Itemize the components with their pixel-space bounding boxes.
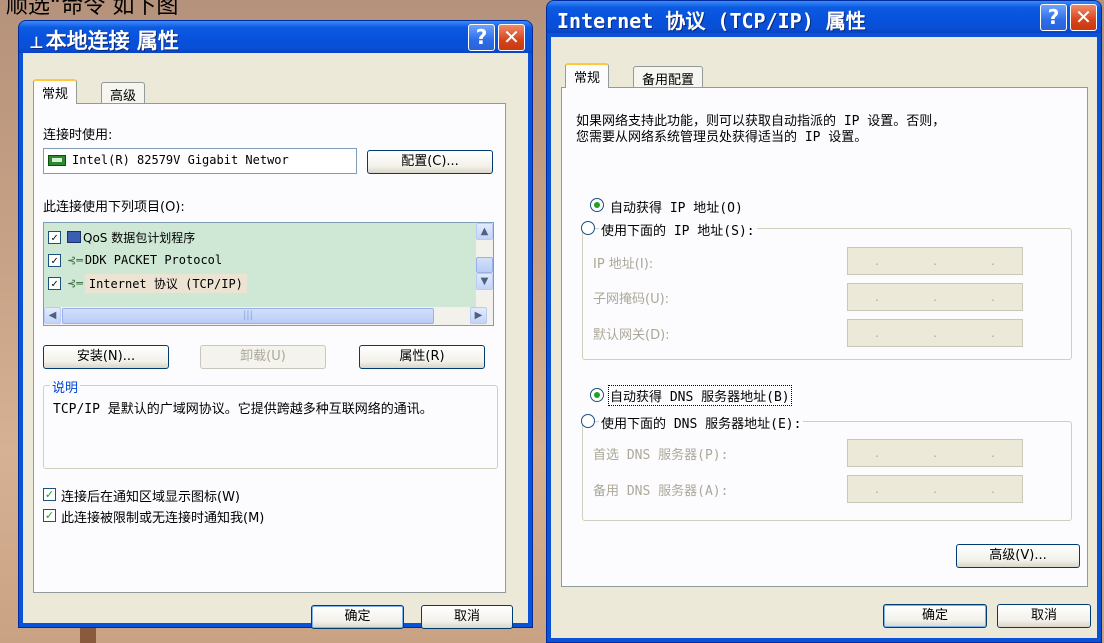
uninstall-button[interactable]: 卸载(U) [200, 345, 326, 369]
list-item[interactable]: ✓ ⊰═ DDK PACKET Protocol [48, 249, 222, 271]
ip-dot: . [933, 482, 937, 496]
list-item[interactable]: ✓ ⊰═ Internet 协议 (TCP/IP) [48, 272, 247, 294]
notify-label: 此连接被限制或无连接时通知我(M) [61, 511, 265, 526]
ip-dot: . [991, 446, 995, 460]
ip-dot: . [875, 254, 879, 268]
titlebar[interactable]: ⊥本地连接 属性 ? ✕ [19, 21, 532, 53]
ip-dot: . [875, 446, 879, 460]
network-adapter-icon [48, 155, 66, 166]
preferred-dns-label: 首选 DNS 服务器(P): [593, 448, 729, 463]
local-connection-properties-window: ⊥本地连接 属性 ? ✕ 常规 高级 连接时使用: Intel(R) 82579… [18, 20, 533, 629]
help-button[interactable]: ? [468, 24, 495, 51]
show-icon-label: 连接后在通知区域显示图标(W) [61, 490, 240, 505]
scroll-down-button[interactable]: ▼ [476, 273, 493, 290]
list-item[interactable]: ✓ QoS 数据包计划程序 [48, 226, 195, 248]
item-label: QoS 数据包计划程序 [83, 230, 196, 245]
dialog-client: 常规 备用配置 如果网络支持此功能，则可以获取自动指派的 IP 设置。否则， 您… [551, 37, 1097, 638]
gateway-field[interactable]: ... [847, 319, 1023, 347]
window-title-text: 本地连接 属性 [45, 29, 179, 53]
titlebar[interactable]: Internet 协议 (TCP/IP) 属性 ? ✕ [547, 1, 1101, 33]
qos-icon [67, 231, 81, 243]
manual-dns-radio[interactable] [581, 414, 595, 428]
auto-ip-label: 自动获得 IP 地址(O) [610, 201, 743, 216]
ip-dot: . [933, 446, 937, 460]
alternate-dns-label: 备用 DNS 服务器(A): [593, 484, 729, 499]
ip-dot: . [875, 326, 879, 340]
item-label: DDK PACKET Protocol [84, 253, 223, 267]
preferred-dns-field[interactable]: ... [847, 439, 1023, 467]
ip-dot: . [933, 254, 937, 268]
horizontal-scrollbar[interactable]: ◀ ||| ▶ [44, 307, 493, 325]
scroll-right-button[interactable]: ▶ [470, 307, 487, 324]
ip-address-field[interactable]: ... [847, 247, 1023, 275]
window-title: ⊥本地连接 属性 [29, 25, 179, 55]
protocol-icon: ⊰═ [67, 253, 83, 267]
network-icon: ⊥ [29, 33, 44, 52]
adapter-field: Intel(R) 82579V Gigabit Networ [43, 148, 357, 174]
manual-dns-group: 使用下面的 DNS 服务器地址(E): 首选 DNS 服务器(P): ... 备… [581, 413, 1072, 521]
tcpip-properties-window: Internet 协议 (TCP/IP) 属性 ? ✕ 常规 备用配置 如果网络… [546, 0, 1102, 643]
cancel-button[interactable]: 取消 [997, 604, 1091, 628]
scroll-up-button[interactable]: ▲ [476, 223, 493, 240]
item-checkbox[interactable]: ✓ [48, 253, 61, 267]
description-group: 说明 TCP/IP 是默认的广域网协议。它提供跨越多种互联网络的通讯。 [43, 377, 498, 469]
show-icon-checkbox[interactable]: ✓ [43, 488, 56, 501]
tab-panel-general: 连接时使用: Intel(R) 82579V Gigabit Networ 配置… [33, 103, 506, 593]
close-button[interactable]: ✕ [1070, 4, 1097, 31]
alternate-dns-field[interactable]: ... [847, 475, 1023, 503]
dialog-client: 常规 高级 连接时使用: Intel(R) 82579V Gigabit Net… [23, 53, 528, 629]
horizontal-scroll-thumb[interactable]: ||| [62, 308, 434, 324]
gateway-label: 默认网关(D): [593, 328, 670, 343]
ip-dot: . [875, 290, 879, 304]
vertical-scrollbar[interactable]: ▲ ▼ [476, 223, 493, 307]
manual-ip-label: 使用下面的 IP 地址(S): [599, 220, 757, 239]
description-text: TCP/IP 是默认的广域网协议。它提供跨越多种互联网络的通讯。 [53, 402, 433, 417]
item-checkbox[interactable]: ✓ [48, 276, 61, 290]
advanced-button[interactable]: 高级(V)... [956, 544, 1080, 568]
install-button[interactable]: 安装(N)... [43, 345, 169, 369]
page-caption: 顺选“命令 如下图 [6, 0, 179, 19]
manual-ip-radio[interactable] [581, 221, 595, 235]
ip-address-label: IP 地址(I): [593, 257, 654, 272]
ok-button[interactable]: 确定 [883, 604, 987, 628]
components-list[interactable]: ✓ QoS 数据包计划程序 ✓ ⊰═ DDK PACKET Protocol ✓… [43, 222, 494, 326]
tab-alternate-config[interactable]: 备用配置 [633, 66, 704, 88]
auto-dns-radio[interactable] [590, 388, 604, 402]
subnet-label: 子网掩码(U): [593, 292, 670, 307]
manual-ip-group: 使用下面的 IP 地址(S): IP 地址(I): ... 子网掩码(U): .… [581, 220, 1072, 360]
auto-ip-radio[interactable] [590, 198, 604, 212]
ip-dot: . [991, 482, 995, 496]
close-button[interactable]: ✕ [498, 24, 525, 51]
properties-button[interactable]: 属性(R) [359, 345, 485, 369]
notify-checkbox[interactable]: ✓ [43, 509, 56, 522]
subnet-field[interactable]: ... [847, 283, 1023, 311]
help-button[interactable]: ? [1040, 4, 1067, 31]
scroll-left-button[interactable]: ◀ [44, 307, 61, 324]
configure-button[interactable]: 配置(C)... [367, 150, 493, 174]
tab-panel-general: 如果网络支持此功能，则可以获取自动指派的 IP 设置。否则， 您需要从网络系统管… [561, 87, 1088, 587]
ip-dot: . [875, 482, 879, 496]
tab-advanced[interactable]: 高级 [101, 82, 146, 104]
connect-using-label: 连接时使用: [43, 128, 113, 143]
intro-text-line2: 您需要从网络系统管理员处获得适当的 IP 设置。 [576, 130, 868, 145]
adapter-name: Intel(R) 82579V Gigabit Networ [72, 153, 289, 167]
manual-dns-label: 使用下面的 DNS 服务器地址(E): [599, 413, 804, 432]
ip-dot: . [991, 254, 995, 268]
cancel-button[interactable]: 取消 [421, 605, 513, 629]
ip-dot: . [933, 326, 937, 340]
window-title: Internet 协议 (TCP/IP) 属性 [557, 9, 866, 33]
item-label: Internet 协议 (TCP/IP) [84, 273, 247, 293]
ip-dot: . [991, 326, 995, 340]
tab-general[interactable]: 常规 [33, 79, 78, 104]
tab-general[interactable]: 常规 [565, 63, 610, 88]
description-title: 说明 [50, 377, 81, 396]
ip-dot: . [991, 290, 995, 304]
auto-dns-label: 自动获得 DNS 服务器地址(B) [608, 385, 792, 406]
vertical-scroll-thumb[interactable] [476, 257, 493, 273]
item-checkbox[interactable]: ✓ [48, 230, 61, 244]
ok-button[interactable]: 确定 [311, 605, 404, 629]
protocol-icon: ⊰═ [67, 276, 83, 290]
ip-dot: . [933, 290, 937, 304]
items-label: 此连接使用下列项目(O): [43, 200, 185, 215]
